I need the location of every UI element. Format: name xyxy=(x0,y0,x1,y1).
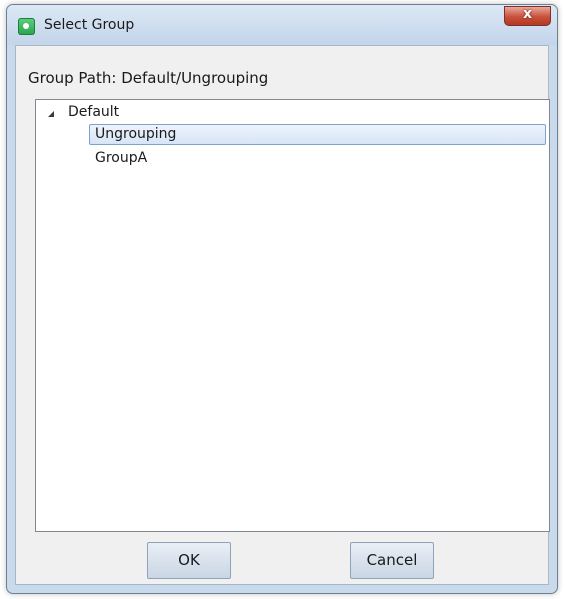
expanded-triangle-icon[interactable] xyxy=(48,111,54,117)
title-bar[interactable]: Select Group x xyxy=(7,5,557,45)
cancel-button[interactable]: Cancel xyxy=(350,542,434,579)
tree-node-default[interactable]: Default xyxy=(68,104,119,120)
dialog-body: Group Path: Default/Ungrouping Default U… xyxy=(15,45,550,585)
group-path-label: Group Path: Default/Ungrouping xyxy=(28,69,269,87)
app-icon xyxy=(18,18,35,35)
tree-node-ungrouping[interactable]: Ungrouping xyxy=(89,124,546,145)
ok-button[interactable]: OK xyxy=(147,542,231,579)
close-button[interactable]: x xyxy=(504,6,551,26)
window-title: Select Group xyxy=(44,17,135,33)
tree-node-groupa[interactable]: GroupA xyxy=(95,150,147,166)
close-icon: x xyxy=(522,6,533,22)
select-group-dialog: Select Group x Group Path: Default/Ungro… xyxy=(6,4,558,594)
group-tree[interactable]: Default Ungrouping GroupA xyxy=(35,99,550,532)
